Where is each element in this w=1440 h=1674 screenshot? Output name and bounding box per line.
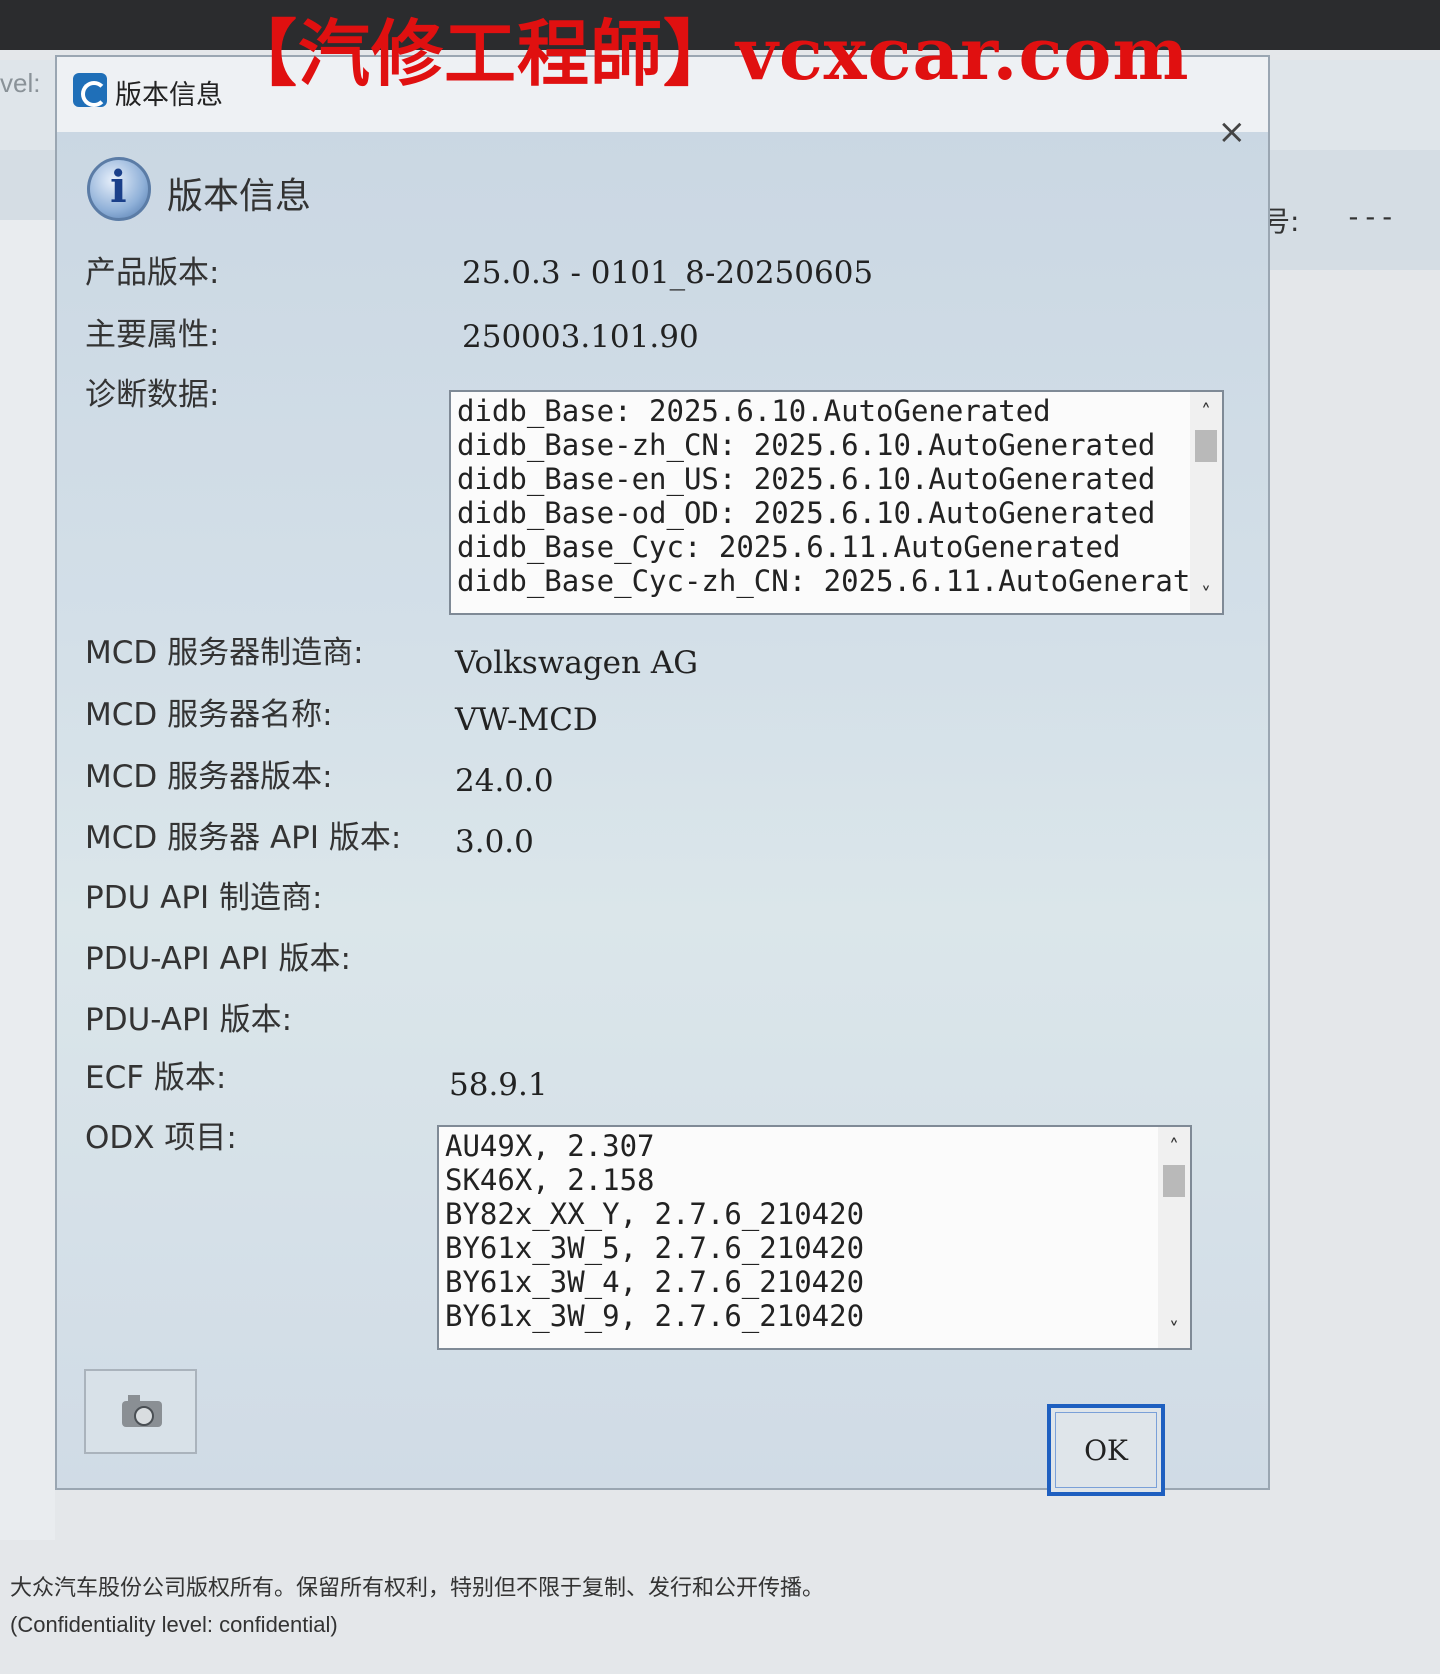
diagnostic-data-item[interactable]: didb_Base-en_US: 2025.6.10.AutoGenerated <box>457 462 1188 496</box>
ecf-version-label: ECF 版本: <box>85 1060 227 1096</box>
mcd-manufacturer-label: MCD 服务器制造商: <box>85 635 364 671</box>
odx-projects-label: ODX 项目: <box>85 1120 237 1156</box>
ecf-version-value: 58.9.1 <box>449 1067 548 1103</box>
copyright-footer: 大众汽车股份公司版权所有。保留所有权利，特别但不限于复制、发行和公开传播。 (C… <box>10 1570 824 1638</box>
close-button[interactable]: × <box>1218 115 1247 149</box>
screenshot-button[interactable] <box>84 1369 197 1454</box>
scroll-down-icon[interactable]: ˅ <box>1190 581 1222 609</box>
diagnostic-data-item[interactable]: didb_Base-od_OD: 2025.6.10.AutoGenerated <box>457 496 1188 530</box>
scroll-up-icon[interactable]: ˄ <box>1190 398 1222 426</box>
diagnostic-data-label: 诊断数据: <box>85 377 220 413</box>
pdu-api-api-version-label: PDU-API API 版本: <box>85 941 351 977</box>
main-attribute-label: 主要属性: <box>85 317 220 353</box>
pdu-api-version-label: PDU-API 版本: <box>85 1002 293 1038</box>
diagnostic-data-item[interactable]: didb_Base_Cyc: 2025.6.11.AutoGenerated <box>457 530 1188 564</box>
odx-project-item[interactable]: BY61x_3W_4, 2.7.6_210420 <box>445 1265 1156 1299</box>
odx-project-item[interactable]: SK46X, 2.158 <box>445 1163 1156 1197</box>
scroll-thumb[interactable] <box>1163 1165 1185 1197</box>
mcd-manufacturer-value: Volkswagen AG <box>455 645 698 681</box>
odx-project-item[interactable]: AU49X, 2.307 <box>445 1129 1156 1163</box>
product-version-label: 产品版本: <box>85 255 220 291</box>
scroll-thumb[interactable] <box>1195 430 1217 462</box>
window-title: 版本信息 <box>115 80 223 111</box>
copyright-text: 大众汽车股份公司版权所有。保留所有权利，特别但不限于复制、发行和公开传播。 <box>10 1576 825 1601</box>
diagnostic-data-item[interactable]: didb_Base_Cyc-zh_CN: 2025.6.11.AutoGener… <box>457 564 1222 598</box>
odx-projects-scrollbar[interactable]: ˄ ˅ <box>1158 1127 1190 1348</box>
diagnostic-data-item[interactable]: didb_Base: 2025.6.10.AutoGenerated <box>457 394 1188 428</box>
mcd-name-label: MCD 服务器名称: <box>85 697 333 733</box>
ok-button[interactable]: OK <box>1047 1404 1165 1496</box>
mcd-api-version-label: MCD 服务器 API 版本: <box>85 820 402 856</box>
main-attribute-value: 250003.101.90 <box>462 319 699 355</box>
diagnostic-data-list[interactable]: didb_Base: 2025.6.10.AutoGenerated didb_B… <box>449 390 1224 615</box>
app-logo-icon <box>73 73 107 107</box>
odx-project-item[interactable]: BY61x_3W_5, 2.7.6_210420 <box>445 1231 1156 1265</box>
scroll-up-icon[interactable]: ˄ <box>1158 1133 1190 1161</box>
dialog-heading: 版本信息 <box>167 176 312 217</box>
scroll-down-icon[interactable]: ˅ <box>1158 1316 1190 1344</box>
background-right-value: --- <box>1345 200 1396 233</box>
odx-project-item[interactable]: BY82x_XX_Y, 2.7.6_210420 <box>445 1197 1156 1231</box>
mcd-name-value: VW-MCD <box>455 702 598 738</box>
version-info-dialog: 版本信息 × i 版本信息 产品版本: 25.0.3 - 0101_8-2025… <box>55 55 1270 1496</box>
camera-icon <box>122 1395 162 1427</box>
odx-projects-list[interactable]: AU49X, 2.307 SK46X, 2.158 BY82x_XX_Y, 2.7.… <box>437 1125 1192 1350</box>
diagnostic-data-scrollbar[interactable]: ˄ ˅ <box>1190 392 1222 613</box>
info-icon: i <box>87 157 151 221</box>
confidentiality-text: (Confidentiality level: confidential) <box>10 1612 338 1637</box>
background-left-label: vel: <box>0 68 41 98</box>
diagnostic-data-item[interactable]: didb_Base-zh_CN: 2025.6.10.AutoGenerated <box>457 428 1188 462</box>
mcd-version-label: MCD 服务器版本: <box>85 759 333 795</box>
pdu-manufacturer-label: PDU API 制造商: <box>85 880 323 916</box>
odx-project-item[interactable]: BY61x_3W_9, 2.7.6_210420 <box>445 1299 1156 1333</box>
product-version-value: 25.0.3 - 0101_8-20250605 <box>462 255 874 291</box>
background-left-panel <box>0 220 55 1540</box>
watermark-text: 【汽修工程師】vcxcar.com <box>225 11 1190 96</box>
mcd-api-version-value: 3.0.0 <box>455 824 534 860</box>
mcd-version-value: 24.0.0 <box>455 763 554 799</box>
